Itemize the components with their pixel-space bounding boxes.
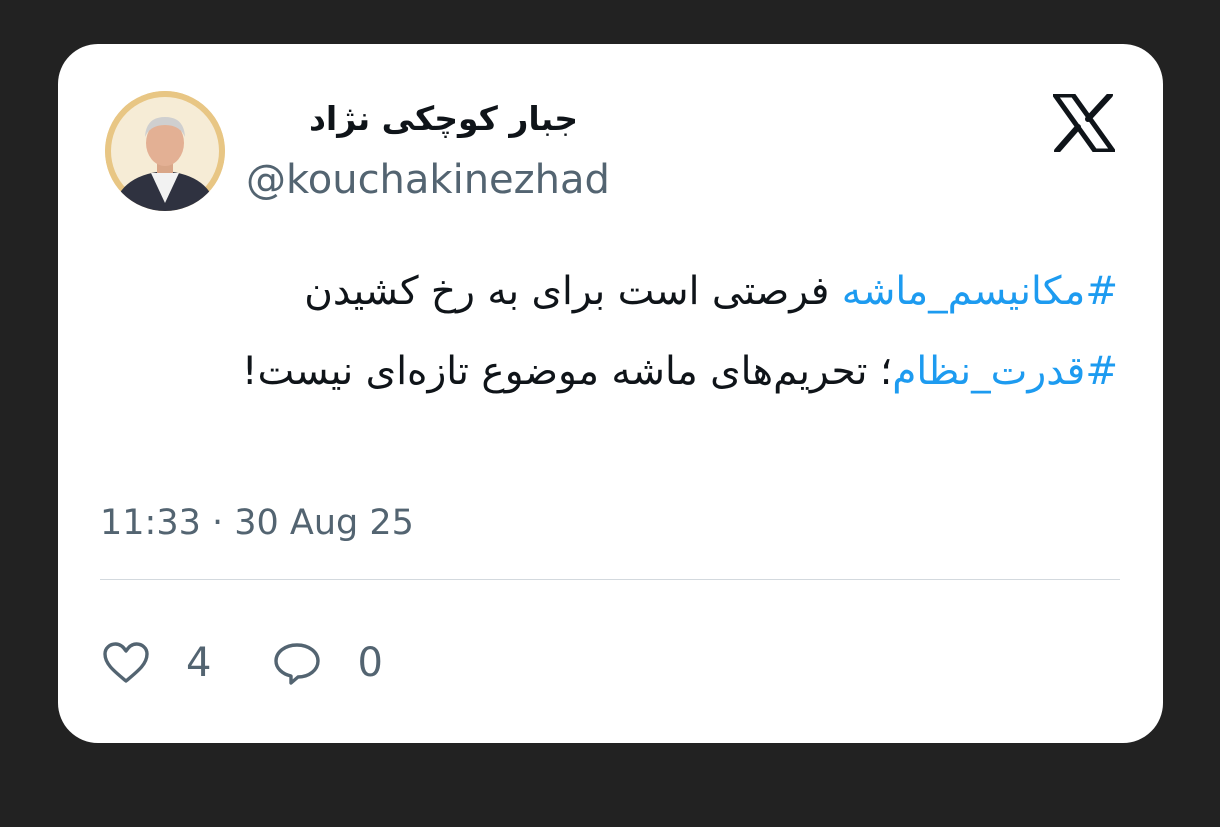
tweet-actions: 4 0 <box>102 638 445 688</box>
tweet-text-segment: ؛ تحریم‌های ماشه موضوع تازه‌ای نیست! <box>241 349 893 394</box>
reply-button[interactable]: 0 <box>273 638 383 688</box>
avatar[interactable] <box>105 91 225 211</box>
speech-bubble-icon <box>273 641 321 685</box>
author-display-name[interactable]: جبار کوچکی نژاد <box>248 96 578 142</box>
like-button[interactable]: 4 <box>102 638 211 688</box>
author-handle[interactable]: @kouchakinezhad <box>246 154 610 206</box>
x-logo-icon[interactable] <box>1052 92 1116 154</box>
tweet-timestamp[interactable]: 11:33 · 30 Aug 25 <box>100 499 414 547</box>
tweet-text-segment: فرصتی است برای به رخ کشیدن <box>304 269 842 314</box>
replies-count: 0 <box>357 640 383 686</box>
divider <box>100 579 1120 580</box>
tweet-card: جبار کوچکی نژاد @kouchakinezhad #مکانیسم… <box>58 44 1163 743</box>
hashtag-link[interactable]: #مکانیسم_ماشه <box>842 269 1118 314</box>
tweet-text: #مکانیسم_ماشه فرصتی است برای به رخ کشیدن… <box>154 252 1118 412</box>
likes-count: 4 <box>186 640 212 686</box>
heart-outline-icon <box>102 641 150 685</box>
avatar-image <box>105 91 225 211</box>
hashtag-link[interactable]: #قدرت_نظام <box>892 349 1118 394</box>
